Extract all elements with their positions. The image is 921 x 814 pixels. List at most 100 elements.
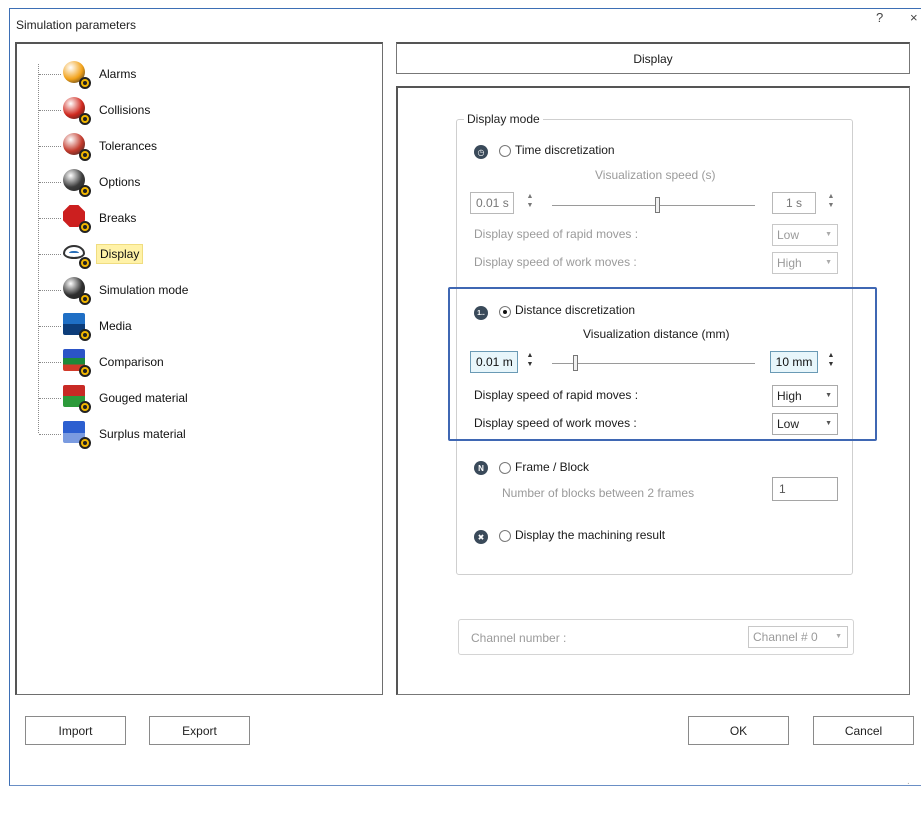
ok-button[interactable]: OK: [688, 716, 789, 745]
title-bar: Simulation parameters ? ×: [10, 9, 921, 45]
chevron-down-icon: ▼: [825, 259, 832, 266]
time-max-spin-arrows[interactable]: ▲ ▼: [827, 192, 835, 214]
media-icon: [63, 313, 91, 341]
gear-icon: [79, 329, 91, 341]
time-rapid-speed-select[interactable]: Low ▼: [772, 224, 838, 246]
tree-connector: [39, 181, 61, 183]
alarms-icon: [63, 61, 91, 89]
tree-connector: [39, 361, 61, 363]
collisions-icon: [63, 97, 91, 125]
tree-item-surplus-material[interactable]: Surplus material: [39, 418, 359, 450]
frame-block-radio[interactable]: [499, 462, 511, 474]
time-slider-track[interactable]: [552, 205, 755, 206]
tree-item-tolerances[interactable]: Tolerances: [39, 130, 359, 162]
tree-item-options[interactable]: Options: [39, 166, 359, 198]
gouged-material-icon: [63, 385, 91, 413]
tree-item-label: Surplus material: [99, 427, 186, 441]
tree-item-media[interactable]: Media: [39, 310, 359, 342]
time-max-spinbox[interactable]: 1 s: [772, 192, 816, 214]
tree-connector: [39, 217, 61, 219]
time-min-value: 0.01 s: [476, 196, 509, 210]
time-min-spinbox[interactable]: 0.01 s: [470, 192, 514, 214]
surplus-material-icon: [63, 421, 91, 449]
gear-icon: [79, 185, 91, 197]
time-slider-thumb[interactable]: [654, 197, 660, 213]
tab-title: Display: [633, 51, 673, 66]
gear-icon: [79, 401, 91, 413]
tree-item-label: Media: [99, 319, 132, 333]
tree-item-label: Comparison: [99, 355, 164, 369]
gear-icon: [79, 365, 91, 377]
channel-number-label: Channel number :: [471, 631, 567, 645]
eye-icon: [63, 241, 91, 269]
resize-grip-icon[interactable]: .: [907, 776, 910, 787]
visualization-speed-label: Visualization speed (s): [595, 168, 716, 182]
tree-item-simulation-mode[interactable]: Simulation mode: [39, 274, 359, 306]
tree-item-label: Tolerances: [99, 139, 158, 153]
channel-number-value: Channel # 0: [753, 630, 818, 644]
time-min-spin-arrows[interactable]: ▲ ▼: [526, 192, 534, 214]
gear-icon: [79, 293, 91, 305]
tree-item-label: Simulation mode: [99, 283, 189, 297]
tree-item-alarms[interactable]: Alarms: [39, 58, 359, 90]
time-work-speed-select[interactable]: High ▼: [772, 252, 838, 274]
gear-icon: [79, 257, 91, 269]
channel-number-group: Channel number : Channel # 0 ▼: [458, 619, 854, 655]
tree-connector: [39, 289, 61, 291]
blocks-between-frames-input[interactable]: 1: [772, 477, 838, 501]
options-icon: [63, 169, 91, 197]
display-mode-legend: Display mode: [464, 112, 543, 126]
play-icon: [63, 277, 91, 305]
tree-item-label: Collisions: [99, 103, 151, 117]
tree-item-display[interactable]: Display: [39, 238, 359, 270]
time-discretization-label[interactable]: Time discretization: [515, 143, 615, 157]
time-max-value: 1 s: [785, 196, 802, 210]
tree-connector: [39, 397, 61, 399]
tree-connector: [39, 253, 61, 255]
export-button[interactable]: Export: [149, 716, 250, 745]
tree-connector: [39, 109, 61, 111]
tree-connector: [39, 325, 61, 327]
import-button[interactable]: Import: [25, 716, 126, 745]
chevron-down-icon: ▼: [825, 231, 832, 238]
help-icon[interactable]: ?: [876, 10, 883, 25]
blocks-between-frames-label: Number of blocks between 2 frames: [502, 486, 695, 500]
time-work-speed-value: High: [777, 256, 802, 270]
machining-result-radio[interactable]: [499, 530, 511, 542]
tree-connector: [39, 433, 61, 435]
channel-number-select[interactable]: Channel # 0 ▼: [748, 626, 848, 648]
tree-item-breaks[interactable]: Breaks: [39, 202, 359, 234]
gear-icon: [79, 221, 91, 233]
clock-icon: ◷: [474, 145, 488, 159]
tree-item-comparison[interactable]: Comparison: [39, 346, 359, 378]
gear-icon: [79, 77, 91, 89]
tree-item-label: Gouged material: [99, 391, 188, 405]
breaks-icon: [63, 205, 91, 233]
tree-item-label: Display: [96, 244, 144, 264]
close-icon[interactable]: ×: [910, 10, 918, 25]
tree-item-label: Breaks: [99, 211, 137, 225]
tree-connector: [39, 73, 61, 75]
display-tab-header: Display: [396, 42, 910, 74]
frame-block-icon: N: [474, 461, 488, 475]
time-discretization-radio[interactable]: [499, 145, 511, 157]
chevron-down-icon: ▼: [835, 633, 842, 640]
distance-discretization-highlight: [448, 287, 877, 441]
gear-icon: [79, 149, 91, 161]
tree-item-gouged-material[interactable]: Gouged material: [39, 382, 359, 414]
dialog-title: Simulation parameters: [16, 18, 137, 32]
tolerances-icon: [63, 133, 91, 161]
settings-tree: Alarms Collisions Tolerances Options Breaks D…: [15, 42, 383, 695]
blocks-between-frames-value: 1: [779, 482, 786, 496]
time-rapid-speed-value: Low: [777, 228, 800, 242]
machining-result-label[interactable]: Display the machining result: [515, 528, 665, 542]
frame-block-label[interactable]: Frame / Block: [515, 460, 589, 474]
gear-icon: [79, 437, 91, 449]
tree-item-collisions[interactable]: Collisions: [39, 94, 359, 126]
machining-result-icon: ✖: [474, 530, 488, 544]
cancel-button[interactable]: Cancel: [813, 716, 914, 745]
time-work-speed-label: Display speed of work moves :: [474, 255, 637, 269]
time-rapid-speed-label: Display speed of rapid moves :: [474, 227, 639, 241]
tree-item-label: Alarms: [99, 67, 137, 81]
tree-item-label: Options: [99, 175, 141, 189]
